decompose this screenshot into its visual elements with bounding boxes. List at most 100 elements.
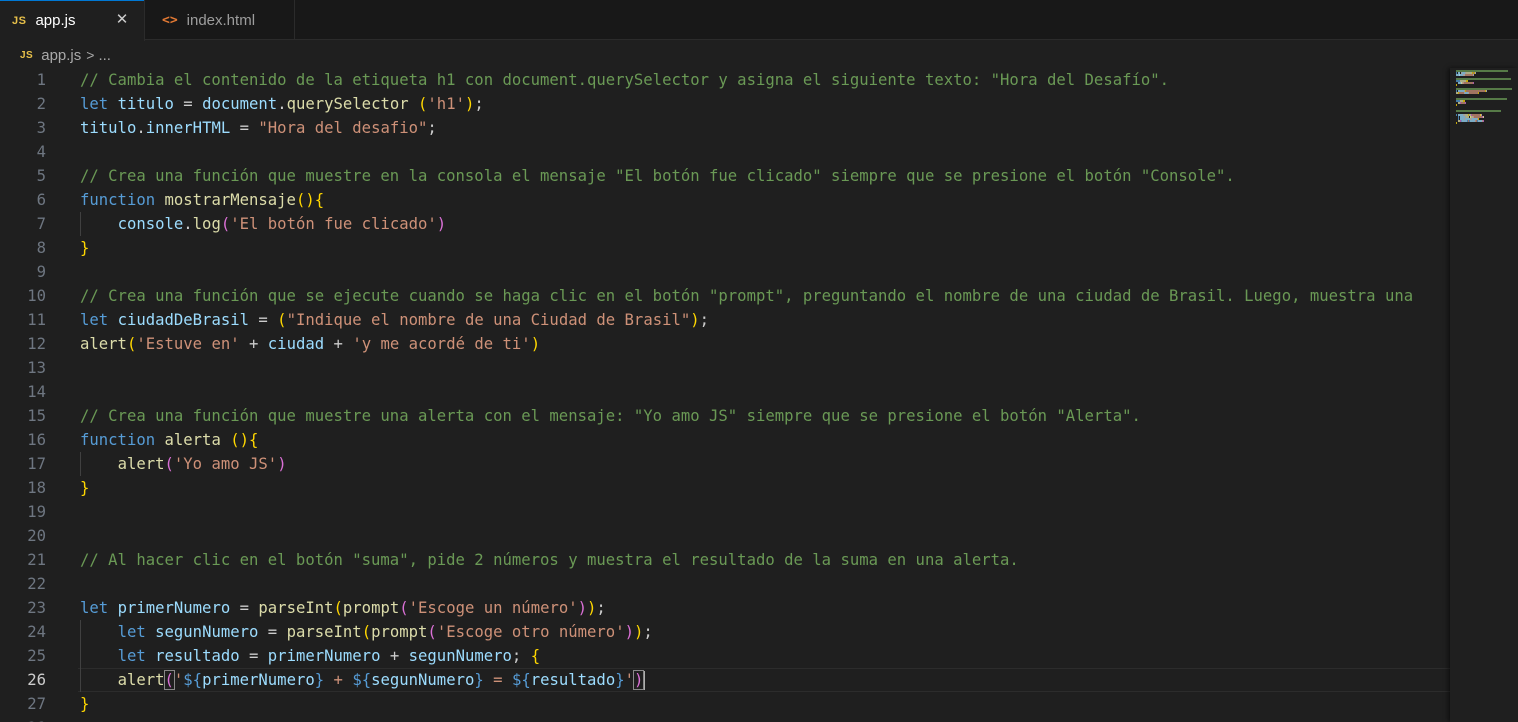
code-line[interactable]: 3 titulo.innerHTML = "Hora del desafio"; <box>0 116 1450 140</box>
line-number: 24 <box>27 623 46 641</box>
code-line[interactable]: 14 <box>0 380 1450 404</box>
code-token: alerta <box>164 431 221 449</box>
code-token: ) <box>464 95 475 113</box>
code-line[interactable]: 26 alert('${primerNumero} + ${segunNumer… <box>0 668 1450 692</box>
code-token: ) <box>633 623 644 641</box>
code-line[interactable]: 20 <box>0 524 1450 548</box>
line-code: } <box>80 692 89 716</box>
code-token: } <box>314 671 325 689</box>
code-token: } <box>474 671 484 689</box>
code-line[interactable]: 16 function alerta (){ <box>0 428 1450 452</box>
line-number: 20 <box>27 527 46 545</box>
indent-guide <box>80 620 81 692</box>
line-number: 5 <box>36 167 46 185</box>
tab-label: index.html <box>186 11 256 29</box>
code-line[interactable]: 15 // Crea una función que muestre una al… <box>0 404 1450 428</box>
line-number: 22 <box>27 575 46 593</box>
line-number: 18 <box>27 479 46 497</box>
code-token: ciudad <box>267 335 325 353</box>
code-line[interactable]: 6 function mostrarMensaje(){ <box>0 188 1450 212</box>
code-token: 'El botón fue clicado' <box>230 215 437 233</box>
code-token: 'Yo amo JS' <box>173 455 278 473</box>
indent-guide <box>80 212 81 236</box>
code-line[interactable]: 2 let titulo = document.querySelector ('h… <box>0 92 1450 116</box>
line-code: function mostrarMensaje(){ <box>80 188 324 212</box>
code-line[interactable]: 11 let ciudadDeBrasil = ("Indique el nomb… <box>0 308 1450 332</box>
line-number: 26 <box>27 671 46 689</box>
code-token: let <box>80 95 109 113</box>
code-token: ) <box>530 335 541 353</box>
line-number: 2 <box>36 95 46 113</box>
code-line[interactable]: 27} <box>0 692 1450 716</box>
code-token: ${ <box>183 671 203 689</box>
close-icon[interactable]: ✕ <box>112 9 132 29</box>
code-token: alert <box>117 671 165 689</box>
code-token: . <box>277 95 287 113</box>
code-token: function <box>80 191 156 209</box>
line-code: console.log('El botón fue clicado') <box>80 212 447 236</box>
code-line[interactable]: 17 alert('Yo amo JS') <box>0 452 1450 476</box>
code-token: = <box>258 623 287 641</box>
editor-tab-bar: JS app.js ✕ <> index.html <box>0 0 1518 41</box>
line-number: 15 <box>27 407 46 425</box>
code-line[interactable]: 18} <box>0 476 1450 500</box>
code-line[interactable]: 1 // Cambia el contenido de la etiqueta h… <box>0 68 1450 92</box>
code-token: . <box>183 215 193 233</box>
code-token: titulo <box>117 95 174 113</box>
code-line[interactable]: 5 // Crea una función que muestre en la c… <box>0 164 1450 188</box>
code-token: . <box>136 119 146 137</box>
code-token: // Al hacer clic en el botón "suma", pid… <box>80 551 1019 569</box>
breadcrumb-file[interactable]: app.js <box>41 47 81 64</box>
minimap[interactable] <box>1450 68 1518 722</box>
code-line[interactable]: 23 let primerNumero = parseInt(prompt('Es… <box>0 596 1450 620</box>
code-token: alert <box>80 335 127 353</box>
code-token: function <box>80 431 156 449</box>
code-token: ; <box>643 623 653 641</box>
code-token: ; <box>699 311 710 329</box>
line-number: 21 <box>27 551 46 569</box>
code-token: prompt <box>371 623 428 641</box>
code-token: let <box>80 599 109 617</box>
code-line[interactable]: 28 <box>0 716 1450 722</box>
code-line[interactable]: 8} <box>0 236 1450 260</box>
code-line[interactable]: 25 let resultado = primerNumero + segunN… <box>0 644 1450 668</box>
line-number: 4 <box>36 143 46 161</box>
line-code: let resultado = primerNumero + segunNume… <box>80 644 541 668</box>
code-line[interactable]: 19 <box>0 500 1450 524</box>
code-token: ( <box>126 335 137 353</box>
tab-index-html[interactable]: <> index.html <box>145 0 295 40</box>
code-token: alert <box>117 455 165 473</box>
code-line[interactable]: 21 // Al hacer clic en el botón "suma", p… <box>0 548 1450 572</box>
code-editor[interactable]: 1 // Cambia el contenido de la etiqueta h… <box>0 68 1450 722</box>
code-editor-window: JS app.js ✕ <> index.html JS app.js > ..… <box>0 0 1518 722</box>
code-line[interactable]: 7 console.log('El botón fue clicado') <box>0 212 1450 236</box>
code-token: querySelector <box>286 95 409 113</box>
code-line[interactable]: 13 <box>0 356 1450 380</box>
code-token: document <box>202 95 278 113</box>
code-line[interactable]: 9 <box>0 260 1450 284</box>
line-code: } <box>80 236 89 260</box>
code-line[interactable]: 22 <box>0 572 1450 596</box>
tab-app-js[interactable]: JS app.js ✕ <box>0 0 145 41</box>
code-token: ( <box>427 623 437 641</box>
code-line[interactable]: 10 // Crea una función que se ejecute cua… <box>0 284 1450 308</box>
code-line[interactable]: 4 <box>0 140 1450 164</box>
code-token: = <box>230 599 259 617</box>
line-number: 8 <box>36 239 46 257</box>
code-line[interactable]: 24 let segunNumero = parseInt(prompt('Es… <box>0 620 1450 644</box>
minimap-token <box>1464 74 1473 76</box>
html-file-icon: <> <box>162 12 178 28</box>
code-token: ( <box>277 311 287 329</box>
line-number: 13 <box>27 359 46 377</box>
line-code: titulo.innerHTML = "Hora del desafio"; <box>80 116 437 140</box>
code-token: primerNumero <box>117 599 231 617</box>
code-token: titulo <box>80 119 137 137</box>
code-line[interactable]: 12 alert('Estuve en' + ciudad + 'y me aco… <box>0 332 1450 356</box>
breadcrumb-symbols[interactable]: ... <box>98 47 111 64</box>
